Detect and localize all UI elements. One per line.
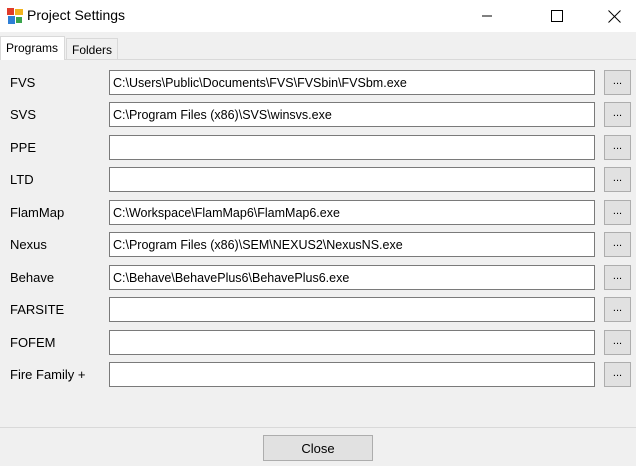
program-label: PPE <box>10 140 37 155</box>
program-row-nexus: Nexus ... <box>0 232 636 258</box>
program-path-input[interactable] <box>109 232 595 257</box>
program-path-input[interactable] <box>109 70 595 95</box>
tab-strip: Programs Folders <box>0 32 636 60</box>
program-row-fvs: FVS ... <box>0 70 636 96</box>
program-path-input[interactable] <box>109 297 595 322</box>
title-bar: Project Settings <box>0 0 636 32</box>
minimize-icon <box>481 10 493 22</box>
window-close-button[interactable] <box>591 0 636 32</box>
browse-button[interactable]: ... <box>604 167 631 192</box>
program-row-svs: SVS ... <box>0 102 636 128</box>
program-label: FlamMap <box>10 205 65 220</box>
close-icon <box>607 9 621 23</box>
program-label: FARSITE <box>10 302 65 317</box>
program-row-farsite: FARSITE ... <box>0 297 636 323</box>
maximize-icon <box>551 10 563 22</box>
browse-button[interactable]: ... <box>604 102 631 127</box>
program-row-fire-family-plus: Fire Family + ... <box>0 362 636 388</box>
tab-folders[interactable]: Folders <box>66 38 118 60</box>
dialog-footer: Close <box>0 427 636 466</box>
program-path-input[interactable] <box>109 265 595 290</box>
program-row-ltd: LTD ... <box>0 167 636 193</box>
programs-tab-page: FVS ... SVS ... PPE ... LTD ... FlamMap … <box>0 59 636 427</box>
tab-programs[interactable]: Programs <box>0 36 65 60</box>
minimize-button[interactable] <box>464 0 510 32</box>
browse-button[interactable]: ... <box>604 70 631 95</box>
program-path-input[interactable] <box>109 135 595 160</box>
browse-button[interactable]: ... <box>604 362 631 387</box>
program-label: FOFEM <box>10 335 56 350</box>
maximize-button[interactable] <box>534 0 580 32</box>
program-path-input[interactable] <box>109 330 595 355</box>
window-title: Project Settings <box>27 7 126 23</box>
program-path-input[interactable] <box>109 200 595 225</box>
project-settings-app-icon <box>7 8 23 24</box>
browse-button[interactable]: ... <box>604 135 631 160</box>
browse-button[interactable]: ... <box>604 297 631 322</box>
program-label: SVS <box>10 107 37 122</box>
program-path-input[interactable] <box>109 167 595 192</box>
program-row-flammap: FlamMap ... <box>0 200 636 226</box>
program-label: Behave <box>10 270 55 285</box>
program-row-behave: Behave ... <box>0 265 636 291</box>
program-row-ppe: PPE ... <box>0 135 636 161</box>
browse-button[interactable]: ... <box>604 265 631 290</box>
program-path-input[interactable] <box>109 362 595 387</box>
program-label: LTD <box>10 172 34 187</box>
program-label: Nexus <box>10 237 47 252</box>
program-path-input[interactable] <box>109 102 595 127</box>
browse-button[interactable]: ... <box>604 232 631 257</box>
program-row-fofem: FOFEM ... <box>0 330 636 356</box>
program-label: FVS <box>10 75 36 90</box>
browse-button[interactable]: ... <box>604 200 631 225</box>
browse-button[interactable]: ... <box>604 330 631 355</box>
close-button[interactable]: Close <box>263 435 373 461</box>
program-label: Fire Family + <box>10 367 86 382</box>
